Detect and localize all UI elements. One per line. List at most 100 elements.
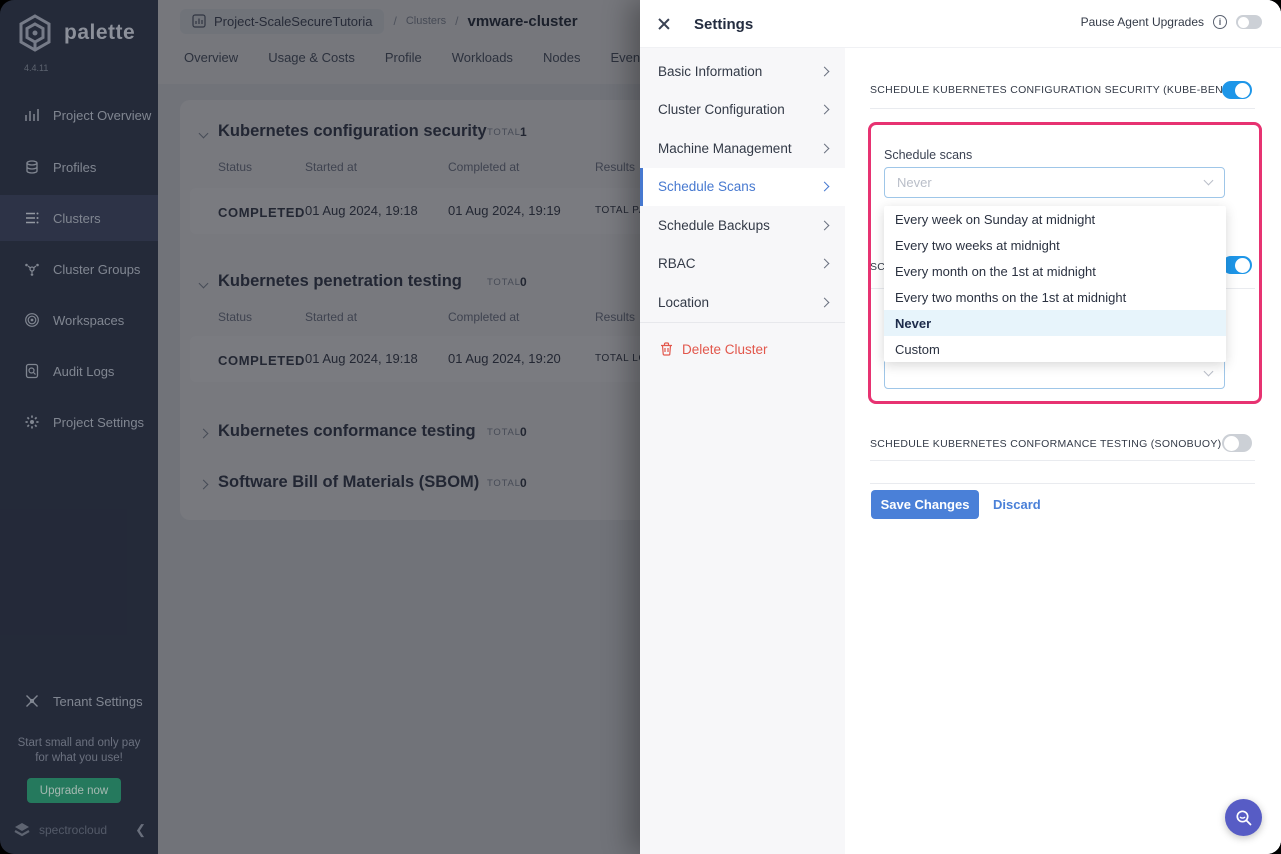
- upgrade-now-button[interactable]: Upgrade now: [27, 778, 121, 803]
- upgrade-promo-text: Start small and only pay for what you us…: [0, 736, 158, 766]
- search-fab-button[interactable]: [1225, 799, 1262, 836]
- sidebar-item-cluster-groups[interactable]: Cluster Groups: [0, 246, 158, 292]
- chevron-right-icon: [820, 105, 830, 115]
- started-at: 01 Aug 2024, 19:18: [305, 203, 418, 218]
- settings-menu: Basic Information Cluster Configuration …: [640, 48, 845, 854]
- tab-profile[interactable]: Profile: [385, 50, 422, 65]
- sonobuoy-section-label: SCHEDULE KUBERNETES CONFORMANCE TESTING …: [870, 438, 1221, 450]
- sidebar-item-audit-logs[interactable]: Audit Logs: [0, 348, 158, 394]
- save-changes-button[interactable]: Save Changes: [871, 490, 979, 519]
- col-results: Results: [595, 310, 635, 324]
- sidebar-item-project-overview[interactable]: Project Overview: [0, 92, 158, 138]
- chevron-down-icon: [1204, 367, 1214, 377]
- close-icon[interactable]: [657, 17, 671, 31]
- divider: [870, 483, 1255, 484]
- option-never[interactable]: Never: [884, 310, 1226, 336]
- divider: [870, 108, 1255, 109]
- breadcrumb-cluster-name: vmware-cluster: [468, 13, 578, 30]
- col-completed: Completed at: [448, 310, 519, 324]
- option-every-two-weeks[interactable]: Every two weeks at midnight: [884, 232, 1226, 258]
- sidebar-item-tenant-settings[interactable]: Tenant Settings: [0, 678, 158, 724]
- kube-hunter-schedule-select[interactable]: [884, 358, 1225, 389]
- divider: [640, 322, 845, 323]
- col-results: Results: [595, 160, 635, 174]
- network-icon: [24, 261, 40, 277]
- audit-logs-icon: [24, 363, 40, 379]
- workspaces-icon: [24, 312, 40, 328]
- sidebar-item-clusters[interactable]: Clusters: [0, 195, 158, 241]
- delete-cluster-label: Delete Cluster: [682, 342, 768, 357]
- menu-label: Schedule Backups: [658, 218, 770, 233]
- section-title: Kubernetes conformance testing: [218, 422, 476, 441]
- total-value: 0: [520, 476, 527, 490]
- menu-item-location[interactable]: Location: [640, 283, 845, 321]
- pause-agent-toggle[interactable]: [1236, 15, 1262, 29]
- settings-title: Settings: [694, 16, 753, 33]
- menu-item-schedule-backups[interactable]: Schedule Backups: [640, 206, 845, 244]
- delete-cluster-button[interactable]: Delete Cluster: [640, 330, 845, 368]
- sidebar-item-profiles[interactable]: Profiles: [0, 144, 158, 190]
- kube-bench-section-label: SCHEDULE KUBERNETES CONFIGURATION SECURI…: [870, 84, 1243, 96]
- gear-icon: [24, 414, 40, 430]
- settings-panel: Settings Pause Agent Upgrades i Basic In…: [640, 0, 1281, 854]
- schedule-scans-select[interactable]: Never: [884, 167, 1225, 198]
- col-completed: Completed at: [448, 160, 519, 174]
- started-at: 01 Aug 2024, 19:18: [305, 351, 418, 366]
- app-window: palette 4.4.11 Project Overview Profiles…: [0, 0, 1281, 854]
- total-value: 0: [520, 275, 527, 289]
- status-badge: COMPLETED: [218, 205, 305, 220]
- chevron-down-icon[interactable]: [199, 129, 209, 139]
- chevron-right-icon[interactable]: [199, 429, 209, 439]
- sidebar-item-label: Clusters: [53, 211, 101, 226]
- chevron-right-icon: [820, 66, 830, 76]
- menu-item-rbac[interactable]: RBAC: [640, 245, 845, 283]
- info-icon[interactable]: i: [1213, 15, 1227, 29]
- chevron-right-icon: [820, 220, 830, 230]
- option-every-two-months[interactable]: Every two months on the 1st at midnight: [884, 284, 1226, 310]
- option-every-week[interactable]: Every week on Sunday at midnight: [884, 206, 1226, 232]
- project-badge[interactable]: Project-ScaleSecureTutoria: [180, 9, 384, 34]
- discard-link[interactable]: Discard: [993, 497, 1041, 512]
- tab-usage-costs[interactable]: Usage & Costs: [268, 50, 355, 65]
- sonobuoy-toggle[interactable]: [1222, 434, 1252, 452]
- chevron-right-icon[interactable]: [199, 480, 209, 490]
- menu-label: Location: [658, 295, 709, 310]
- tab-workloads[interactable]: Workloads: [452, 50, 513, 65]
- menu-item-basic-information[interactable]: Basic Information: [640, 52, 845, 90]
- collapse-sidebar-chevron[interactable]: ❮: [135, 822, 146, 838]
- breadcrumb: Project-ScaleSecureTutoria / Clusters / …: [180, 6, 578, 36]
- menu-label: Cluster Configuration: [658, 102, 785, 117]
- settings-content: SCHEDULE KUBERNETES CONFIGURATION SECURI…: [845, 48, 1281, 854]
- chevron-right-icon: [820, 182, 830, 192]
- kube-hunter-toggle[interactable]: [1222, 256, 1252, 274]
- tab-nodes[interactable]: Nodes: [543, 50, 581, 65]
- menu-item-machine-management[interactable]: Machine Management: [640, 129, 845, 167]
- menu-item-cluster-configuration[interactable]: Cluster Configuration: [640, 91, 845, 129]
- palette-logo: palette: [14, 12, 135, 54]
- completed-at: 01 Aug 2024, 19:20: [448, 351, 561, 366]
- breadcrumb-clusters[interactable]: Clusters: [406, 15, 446, 27]
- total-label: TOTAL: [487, 127, 521, 138]
- kube-bench-toggle[interactable]: [1222, 81, 1252, 99]
- menu-item-schedule-scans[interactable]: Schedule Scans: [640, 168, 845, 206]
- divider: [870, 460, 1255, 461]
- version-label: 4.4.11: [24, 63, 48, 73]
- menu-label: Machine Management: [658, 141, 792, 156]
- settings-header: Settings Pause Agent Upgrades i: [640, 0, 1281, 48]
- sidebar-item-workspaces[interactable]: Workspaces: [0, 297, 158, 343]
- schedule-dropdown-list: Every week on Sunday at midnight Every t…: [884, 206, 1226, 362]
- chevron-down-icon[interactable]: [199, 279, 209, 289]
- col-status: Status: [218, 160, 252, 174]
- magnifier-icon: [1234, 808, 1254, 828]
- pause-agent-label: Pause Agent Upgrades: [1081, 15, 1204, 29]
- option-every-month[interactable]: Every month on the 1st at midnight: [884, 258, 1226, 284]
- bar-chart-icon: [24, 107, 40, 123]
- sidebar-item-label: Audit Logs: [53, 364, 114, 379]
- col-started: Started at: [305, 160, 357, 174]
- chevron-down-icon: [1204, 176, 1214, 186]
- schedule-scans-label: Schedule scans: [884, 148, 972, 162]
- tab-overview[interactable]: Overview: [184, 50, 238, 65]
- option-custom[interactable]: Custom: [884, 336, 1226, 362]
- sidebar-item-project-settings[interactable]: Project Settings: [0, 399, 158, 445]
- sidebar-item-label: Profiles: [53, 160, 96, 175]
